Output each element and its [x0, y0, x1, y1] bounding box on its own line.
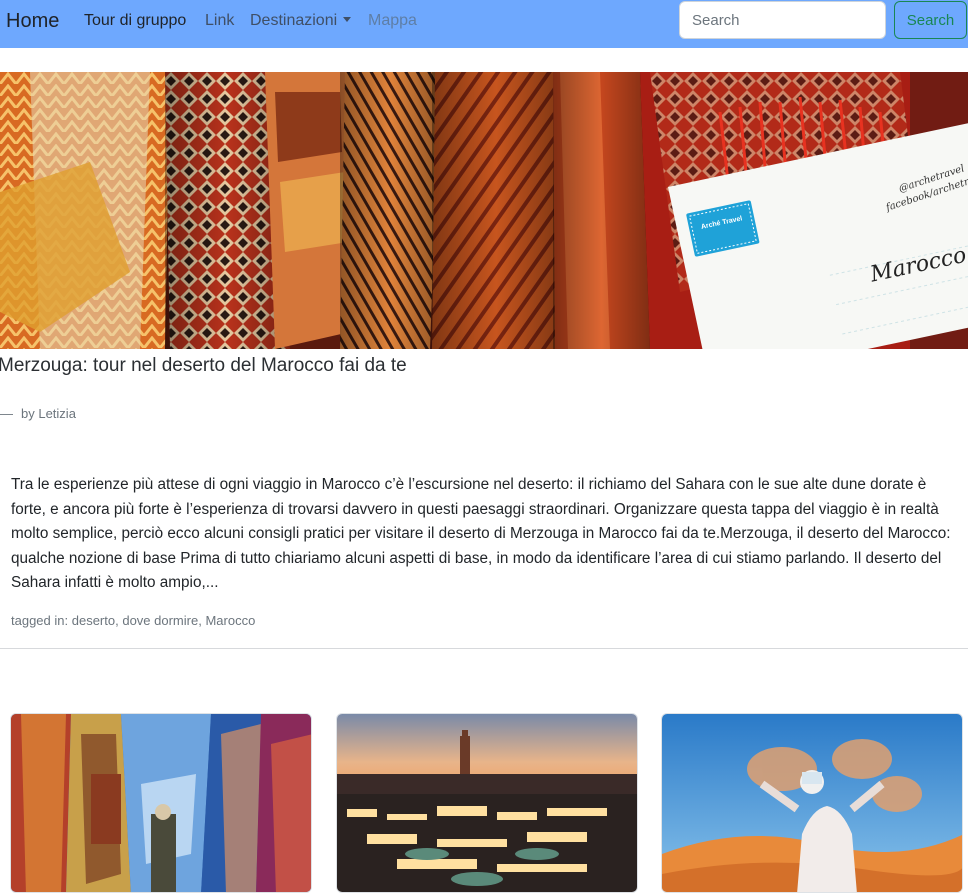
- card-2-image: [337, 714, 637, 892]
- card-1-image: [11, 714, 311, 892]
- chevron-down-icon: [343, 17, 352, 22]
- post-title-link[interactable]: Merzouga: tour nel deserto del Marocco f…: [0, 355, 407, 377]
- search-input[interactable]: [679, 1, 886, 39]
- article-card-2[interactable]: [336, 713, 638, 893]
- nav-destinazioni-label: Destinazioni: [250, 12, 338, 29]
- nav-destinazioni-dropdown[interactable]: Destinazioni: [250, 11, 352, 31]
- tags-prefix: tagged in:: [11, 613, 69, 628]
- post-byline: — by Letizia: [0, 406, 76, 421]
- tag-link-deserto[interactable]: deserto: [72, 613, 115, 628]
- tag-link-marocco[interactable]: Marocco: [205, 613, 255, 628]
- tag-link-dove-dormire[interactable]: dove dormire: [122, 613, 198, 628]
- hero-image[interactable]: Arché Travel Marocco @archetravel facebo…: [0, 72, 968, 349]
- article-card-1[interactable]: [10, 713, 312, 893]
- nav-tour-di-gruppo[interactable]: Tour di gruppo: [84, 11, 186, 31]
- card-3-image: [662, 714, 962, 892]
- divider: [0, 648, 968, 649]
- nav-mappa: Mappa: [368, 12, 417, 29]
- post-excerpt: Tra le esperienze più attese di ogni via…: [11, 476, 951, 591]
- top-navbar: Home Tour di gruppo Link Destinazioni Ma…: [0, 0, 968, 48]
- byline-author: by Letizia: [21, 406, 76, 421]
- byline-dash: —: [0, 406, 13, 421]
- search-button[interactable]: Search: [894, 1, 967, 39]
- post-tags: tagged in: deserto, dove dormire, Marocc…: [11, 613, 256, 628]
- home-brand-link[interactable]: Home: [6, 9, 59, 33]
- nav-link[interactable]: Link: [205, 11, 234, 31]
- article-card-3[interactable]: [661, 713, 963, 893]
